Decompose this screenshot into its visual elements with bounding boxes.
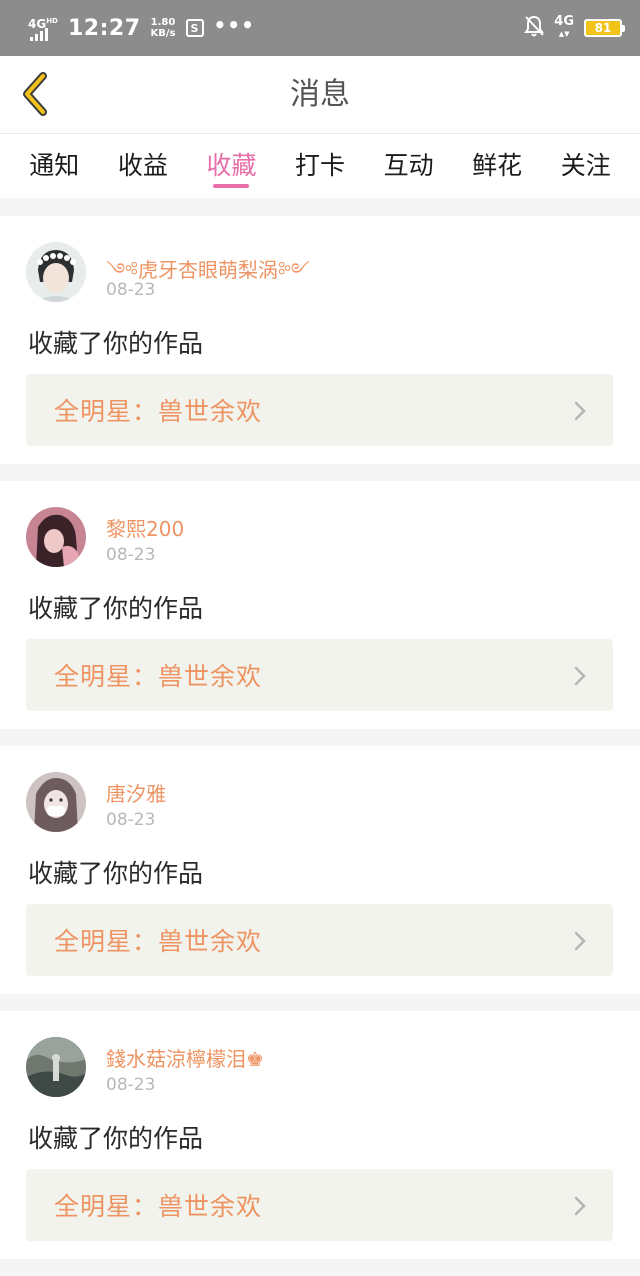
username[interactable]: 錢水菇涼檸檬泪♚ [106, 1043, 264, 1072]
tab-flowers[interactable]: 鲜花 [453, 134, 542, 198]
chevron-right-icon [574, 931, 586, 951]
action-text: 收藏了你的作品 [28, 594, 204, 623]
chevron-right-icon [574, 666, 586, 686]
work-title: 全明星：兽世余欢 [54, 1192, 263, 1221]
work-title: 全明星：兽世余欢 [54, 397, 263, 426]
category-tabs: 通知 收益 收藏 打卡 互动 鲜花 关注 [0, 134, 640, 198]
action-text: 收藏了你的作品 [28, 329, 204, 358]
signal-icon: 4GHD [28, 15, 58, 41]
speed-unit: KB/s [150, 28, 176, 39]
work-title: 全明星：兽世余欢 [54, 927, 263, 956]
speed-value: 1.80 [150, 17, 176, 28]
avatar[interactable] [26, 1037, 86, 1097]
cell-4g-label: 4G [554, 14, 574, 29]
more-notifications-icon: ••• [213, 13, 255, 37]
network-speed: 1.80 KB/s [151, 17, 176, 39]
status-bar: 4GHD 12:27 1.80 KB/s S ••• 4G ▲▼ 81 [0, 0, 640, 56]
status-time: 12:27 [68, 15, 141, 41]
chevron-right-icon [574, 1196, 586, 1216]
action-text: 收藏了你的作品 [28, 859, 204, 888]
username[interactable]: 黎熙200 [106, 513, 184, 542]
work-link[interactable]: 全明星：兽世余欢 [26, 639, 613, 711]
chevron-right-icon [574, 401, 586, 421]
work-title: 全明星：兽世余欢 [54, 662, 263, 691]
work-link[interactable]: 全明星：兽世余欢 [26, 374, 613, 446]
battery-icon: 81 [584, 19, 625, 37]
tab-earnings[interactable]: 收益 [99, 134, 188, 198]
message-date: 08-23 [106, 1075, 156, 1095]
avatar[interactable] [26, 507, 86, 567]
message-card: 黎熙200 08-23 收藏了你的作品 全明星：兽世余欢 [0, 481, 640, 729]
message-card: 錢水菇涼檸檬泪♚ 08-23 收藏了你的作品 全明星：兽世余欢 [0, 1011, 640, 1259]
message-date: 08-23 [106, 280, 156, 300]
network-hd: HD [46, 17, 58, 25]
app-s-icon: S [185, 19, 204, 37]
message-date: 08-23 [106, 545, 156, 565]
page-title: 消息 [290, 77, 350, 112]
message-list: ༺虎牙杏眼萌梨涡༻ 08-23 收藏了你的作品 全明星：兽世余欢 黎熙200 0… [0, 216, 640, 1276]
battery-level: 81 [594, 21, 612, 35]
avatar[interactable] [26, 242, 86, 302]
tab-check-in[interactable]: 打卡 [276, 134, 365, 198]
tab-follows[interactable]: 关注 [541, 134, 630, 198]
top-nav-bar: 消息 [0, 56, 640, 134]
work-link[interactable]: 全明星：兽世余欢 [26, 904, 613, 976]
tab-notifications[interactable]: 通知 [10, 134, 99, 198]
action-text: 收藏了你的作品 [28, 1124, 204, 1153]
tab-favorites[interactable]: 收藏 [187, 134, 276, 198]
message-date: 08-23 [106, 810, 156, 830]
username[interactable]: 唐汐雅 [106, 778, 166, 807]
avatar[interactable] [26, 772, 86, 832]
message-card: 唐汐雅 08-23 收藏了你的作品 全明星：兽世余欢 [0, 746, 640, 994]
tab-interactions[interactable]: 互动 [364, 134, 453, 198]
work-link[interactable]: 全明星：兽世余欢 [26, 1169, 613, 1241]
cell-4g-icon: 4G ▲▼ [554, 14, 574, 38]
message-card: ༺虎牙杏眼萌梨涡༻ 08-23 收藏了你的作品 全明星：兽世余欢 [0, 216, 640, 464]
bell-off-icon [524, 15, 545, 41]
